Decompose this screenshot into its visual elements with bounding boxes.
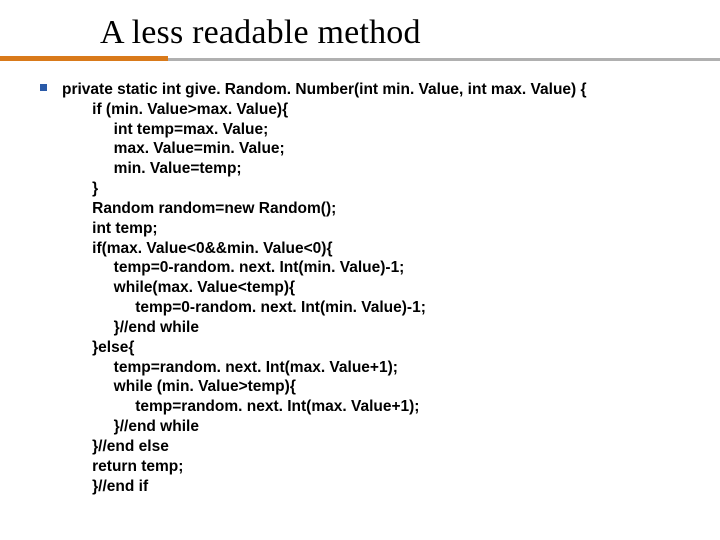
code-line: int temp; xyxy=(62,220,158,237)
code-line: if (min. Value>max. Value){ xyxy=(62,101,288,118)
underline-orange xyxy=(0,56,168,61)
bullet-icon xyxy=(40,84,47,91)
body: private static int give. Random. Number(… xyxy=(40,80,700,496)
code-line: while(max. Value<temp){ xyxy=(62,279,295,296)
code-line: }//end if xyxy=(62,478,148,495)
code-line: temp=0-random. next. Int(min. Value)-1; xyxy=(62,259,404,276)
code-line: temp=0-random. next. Int(min. Value)-1; xyxy=(62,299,426,316)
code-line: }//end while xyxy=(62,319,199,336)
code-line: }//end else xyxy=(62,438,169,455)
code-line: Random random=new Random(); xyxy=(62,200,336,217)
code-line: }else{ xyxy=(62,339,134,356)
code-line: min. Value=temp; xyxy=(62,160,242,177)
code-line: temp=random. next. Int(max. Value+1); xyxy=(62,398,419,415)
code-line: private static int give. Random. Number(… xyxy=(62,81,587,98)
slide-title: A less readable method xyxy=(100,14,421,52)
code-line: int temp=max. Value; xyxy=(62,121,268,138)
code-line: }//end while xyxy=(62,418,199,435)
code-line: temp=random. next. Int(max. Value+1); xyxy=(62,359,398,376)
code-line: while (min. Value>temp){ xyxy=(62,378,296,395)
slide: A less readable method private static in… xyxy=(0,0,720,540)
code-line: max. Value=min. Value; xyxy=(62,140,285,157)
code-line: return temp; xyxy=(62,458,183,475)
title-underline xyxy=(0,56,720,62)
code-line: if(max. Value<0&&min. Value<0){ xyxy=(62,240,333,257)
code-line: } xyxy=(62,180,98,197)
code-block: private static int give. Random. Number(… xyxy=(62,80,700,496)
